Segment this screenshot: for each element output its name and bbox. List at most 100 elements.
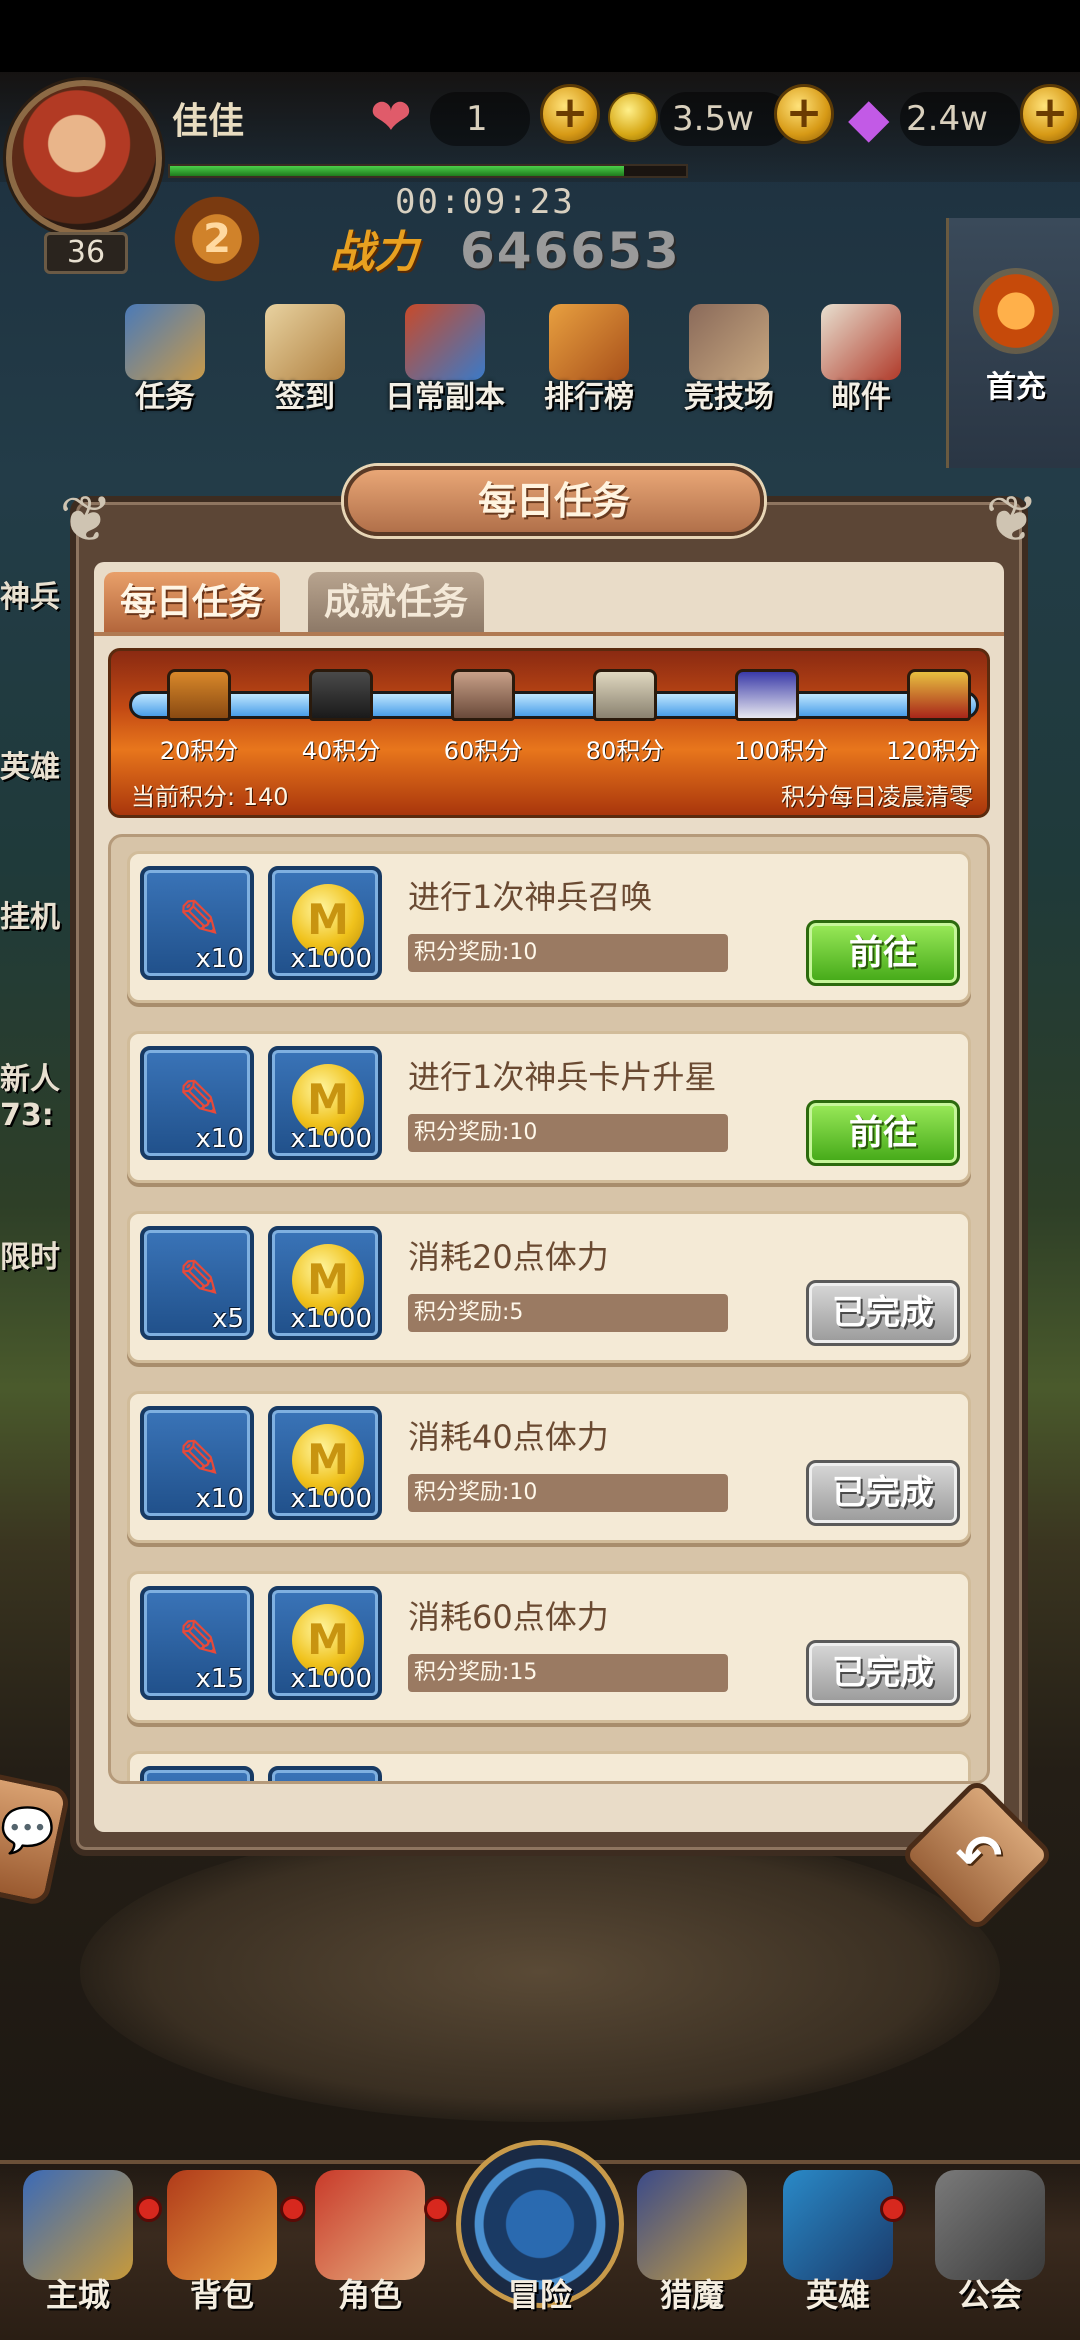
current-points: 当前积分: 140	[131, 783, 289, 811]
chest-120-icon[interactable]	[907, 669, 971, 721]
side-label[interactable]: 新人	[0, 1054, 60, 1098]
side-label: 73:	[0, 1098, 54, 1133]
menu-arena[interactable]: 竞技场	[664, 304, 794, 424]
menu-label: 日常副本	[385, 380, 505, 415]
task-reward-points: 积分奖励:10	[408, 1114, 728, 1152]
tab-achievement-tasks[interactable]: 成就任务	[308, 572, 485, 634]
stamina-counter: 1	[430, 92, 530, 146]
menu-mail[interactable]: 邮件	[806, 304, 916, 424]
adventure-spacer	[485, 2170, 595, 2280]
menu-checkin[interactable]: 签到	[250, 304, 360, 424]
reward-item[interactable]: ✎ x15	[140, 1586, 254, 1700]
nav-bag[interactable]: 背包	[152, 2150, 292, 2340]
add-gold-button[interactable]: +	[774, 84, 834, 144]
reward-item[interactable]: ✎ x10	[140, 1406, 254, 1520]
reward-item[interactable]: Mx1000	[268, 866, 382, 980]
side-label[interactable]: 神兵	[0, 572, 60, 616]
nav-label: 冒险	[507, 2276, 572, 2314]
chest-80-icon[interactable]	[593, 669, 657, 721]
side-label[interactable]: 限时	[0, 1232, 60, 1276]
backpack-icon	[167, 2170, 277, 2280]
task-row: ✎ x15 Mx1000 消耗60点体力 积分奖励:15 已完成	[127, 1571, 971, 1723]
task-reward-points: 积分奖励:10	[408, 934, 728, 972]
menu-task[interactable]: 任务	[110, 304, 220, 424]
chest-40-icon[interactable]	[309, 669, 373, 721]
modal-title: 每日任务	[477, 479, 630, 523]
tab-daily-tasks[interactable]: 每日任务	[104, 572, 281, 634]
completed-button[interactable]: 已完成	[806, 1460, 960, 1526]
reward-qty: x1000	[290, 1484, 372, 1514]
menu-label: 签到	[275, 380, 335, 415]
arena-icon	[689, 304, 769, 380]
side-label[interactable]: 挂机	[0, 892, 60, 936]
task-title: 消耗60点体力	[408, 1598, 609, 1636]
menu-daily-dungeon[interactable]: 日常副本	[370, 304, 520, 424]
chest-100-icon[interactable]	[735, 669, 799, 721]
task-reward-points: 积分奖励:5	[408, 1294, 728, 1332]
reward-item[interactable]: Mx1000	[268, 1406, 382, 1520]
task-title: 进行1次神兵召唤	[408, 878, 653, 916]
reward-item[interactable]: ✎ x10	[140, 866, 254, 980]
add-gems-button[interactable]: +	[1020, 84, 1080, 144]
completed-button[interactable]: 已完成	[806, 1280, 960, 1346]
reward-item[interactable]: Mx1000	[268, 1046, 382, 1160]
nav-heroes[interactable]: 英雄	[768, 2150, 908, 2340]
task-row: ✎ x10 Mx1000 进行1次神兵召唤 积分奖励:10 前往	[127, 851, 971, 1003]
nav-demon-hunt[interactable]: 猎魔	[622, 2150, 762, 2340]
milestone-label: 40积分	[301, 737, 381, 765]
task-row: ✎ x10 Mx1000 消耗40点体力 积分奖励:10 已完成	[127, 1391, 971, 1543]
nav-guild[interactable]: 公会	[920, 2150, 1060, 2340]
reward-qty: x1000	[290, 1124, 372, 1154]
hero-swords-icon	[783, 2170, 893, 2280]
exp-bar	[168, 164, 688, 178]
add-stamina-button[interactable]: +	[540, 84, 600, 144]
guild-lock-icon	[935, 2170, 1045, 2280]
reward-qty: x1000	[290, 1304, 372, 1334]
menu-label: 排行榜	[544, 380, 634, 415]
task-title: 消耗20点体力	[408, 1238, 609, 1276]
checkin-icon	[265, 304, 345, 380]
reward-qty: x10	[195, 1124, 244, 1154]
reward-item[interactable]: ✎ x10	[140, 1046, 254, 1160]
power-label: 战力	[330, 227, 418, 278]
chest-20-icon[interactable]	[167, 669, 231, 721]
reward-qty: x10	[195, 1484, 244, 1514]
reward-item[interactable]: Mx1000	[268, 1226, 382, 1340]
nav-adventure[interactable]: 冒险	[470, 2150, 610, 2340]
character-icon	[315, 2170, 425, 2280]
completed-button[interactable]: 已完成	[806, 1640, 960, 1706]
reward-item[interactable]: Mx1000	[268, 1586, 382, 1700]
task-list[interactable]: ✎ x10 Mx1000 进行1次神兵召唤 积分奖励:10 前往 ✎ x10 Mx1…	[108, 834, 990, 1784]
reward-item[interactable]: ✎ x5	[140, 1226, 254, 1340]
gold-counter: 3.5w	[660, 92, 790, 146]
reward-item[interactable]	[140, 1766, 254, 1781]
rank-badge[interactable]: 2	[162, 196, 272, 282]
exp-bar-fill	[170, 166, 625, 176]
milestone-label: 20积分	[159, 737, 239, 765]
castle-icon	[23, 2170, 133, 2280]
points-progress-bar	[129, 691, 979, 719]
reset-note: 积分每日凌晨清零	[781, 783, 973, 811]
reward-qty: x10	[195, 944, 244, 974]
go-button[interactable]: 前往	[806, 920, 960, 986]
milestone-label: 60积分	[443, 737, 523, 765]
nav-label: 英雄	[805, 2276, 870, 2314]
leaderboard-icon	[549, 304, 629, 380]
nav-character[interactable]: 角色	[300, 2150, 440, 2340]
gold-coin-icon	[608, 92, 658, 142]
reward-qty: x15	[195, 1664, 244, 1694]
ground-platform	[80, 1822, 1000, 2122]
mail-icon	[821, 304, 901, 380]
reward-qty: x5	[212, 1304, 244, 1334]
go-button[interactable]: 前往	[806, 1100, 960, 1166]
first-charge-banner[interactable]: 首充	[946, 218, 1080, 468]
player-avatar[interactable]	[6, 80, 162, 236]
nav-label: 角色	[337, 2276, 402, 2314]
menu-leaderboard[interactable]: 排行榜	[524, 304, 654, 424]
side-label[interactable]: 英雄	[0, 742, 60, 786]
menu-label: 邮件	[831, 380, 891, 415]
daily-task-modal: ❦ ❦ 每日任务 每日任务 成就任务 20积分 40积分 60积分 80积分 1…	[59, 466, 1039, 1856]
reward-item[interactable]	[268, 1766, 382, 1781]
nav-main-city[interactable]: 主城	[8, 2150, 148, 2340]
chest-60-icon[interactable]	[451, 669, 515, 721]
